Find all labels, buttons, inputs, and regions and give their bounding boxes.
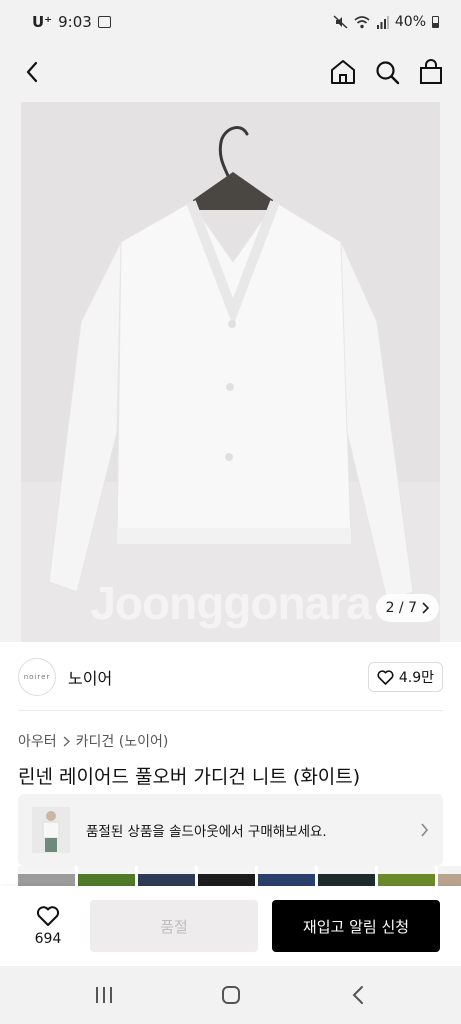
soldout-banner[interactable]: 품절된 상품을 솔드아웃에서 구매해보세요.: [18, 794, 443, 866]
chevron-left-icon: [26, 61, 38, 83]
seller-avatar[interactable]: noirer: [18, 658, 56, 696]
related-thumbnail[interactable]: [78, 866, 135, 886]
chevron-right-icon: [421, 823, 429, 837]
bag-button[interactable]: [417, 58, 445, 86]
related-thumbnail[interactable]: [198, 866, 255, 886]
model-thumbnail-icon: [42, 811, 60, 852]
related-thumbnail[interactable]: [378, 866, 435, 886]
related-thumbnail[interactable]: [318, 866, 375, 886]
seller-info[interactable]: noirer 노이어: [18, 658, 112, 696]
system-nav-bar: [0, 966, 461, 1024]
bottom-action-bar: 694 품절 재입고 알림 신청: [0, 886, 461, 966]
wish-button[interactable]: 694: [18, 905, 78, 947]
signal-icon: [376, 15, 389, 29]
recent-apps-icon: [95, 987, 112, 1003]
breadcrumb-item-cardigan[interactable]: 카디건 (노이어): [76, 731, 169, 751]
search-button[interactable]: [373, 58, 401, 86]
product-title: 린넨 레이어드 풀오버 가디건 니트 (화이트): [18, 766, 361, 788]
home-icon: [331, 60, 355, 84]
status-bar: U⁺ 9:03 40%: [0, 0, 461, 44]
wish-count: 694: [34, 931, 62, 947]
wifi-icon: [354, 15, 370, 28]
cardigan-illustration: [21, 126, 440, 642]
seller-row: noirer 노이어 4.9만: [18, 655, 443, 699]
search-icon: [375, 60, 399, 84]
related-thumbnail[interactable]: [258, 866, 315, 886]
divider: [18, 710, 443, 711]
chevron-right-icon: [422, 602, 429, 614]
soldout-button: 품절: [90, 900, 258, 952]
heart-icon: [377, 669, 394, 685]
mute-icon: [333, 15, 348, 29]
chevron-right-icon: [63, 735, 70, 747]
image-counter-text: 2 / 7: [385, 600, 417, 616]
banner-text: 품절된 상품을 솔드아웃에서 구매해보세요.: [86, 824, 327, 840]
back-arrow-icon: [352, 986, 363, 1004]
home-circle-icon: [221, 986, 240, 1004]
home-button[interactable]: [329, 58, 357, 86]
banner-thumbnail: [32, 807, 70, 853]
battery-percent: 40%: [394, 14, 426, 30]
nav-actions: [329, 58, 445, 86]
status-right: 40%: [333, 14, 439, 30]
related-thumbnail[interactable]: [438, 866, 461, 886]
breadcrumb: 아우터 카디건 (노이어): [18, 731, 168, 751]
shopping-bag-icon: [420, 59, 442, 84]
clock: 9:03: [58, 13, 92, 31]
top-nav: [0, 44, 461, 100]
system-back-button[interactable]: [344, 981, 372, 1009]
like-count: 4.9만: [398, 670, 434, 686]
related-thumbnails: [18, 866, 461, 886]
recent-apps-button[interactable]: [90, 981, 118, 1009]
brand-like-button[interactable]: 4.9만: [367, 662, 443, 692]
avatar-text: noirer: [23, 673, 51, 681]
carrier: U⁺: [32, 13, 53, 31]
gallery-notification-icon: [97, 16, 111, 28]
image-counter[interactable]: 2 / 7: [375, 594, 439, 622]
seller-name[interactable]: 노이어: [68, 665, 112, 689]
product-image: Joonggonara: [21, 102, 440, 642]
heart-icon: [36, 906, 60, 926]
home-nav-button[interactable]: [217, 981, 245, 1009]
breadcrumb-item-outer[interactable]: 아우터: [18, 731, 57, 751]
restock-alert-button[interactable]: 재입고 알림 신청: [272, 900, 440, 952]
product-image-carousel[interactable]: Joonggonara 2 / 7: [0, 100, 461, 642]
back-button[interactable]: [18, 58, 46, 86]
status-left: U⁺ 9:03: [32, 13, 111, 31]
battery-icon: [432, 16, 439, 28]
related-thumbnail[interactable]: [18, 866, 75, 886]
related-thumbnail[interactable]: [138, 866, 195, 886]
